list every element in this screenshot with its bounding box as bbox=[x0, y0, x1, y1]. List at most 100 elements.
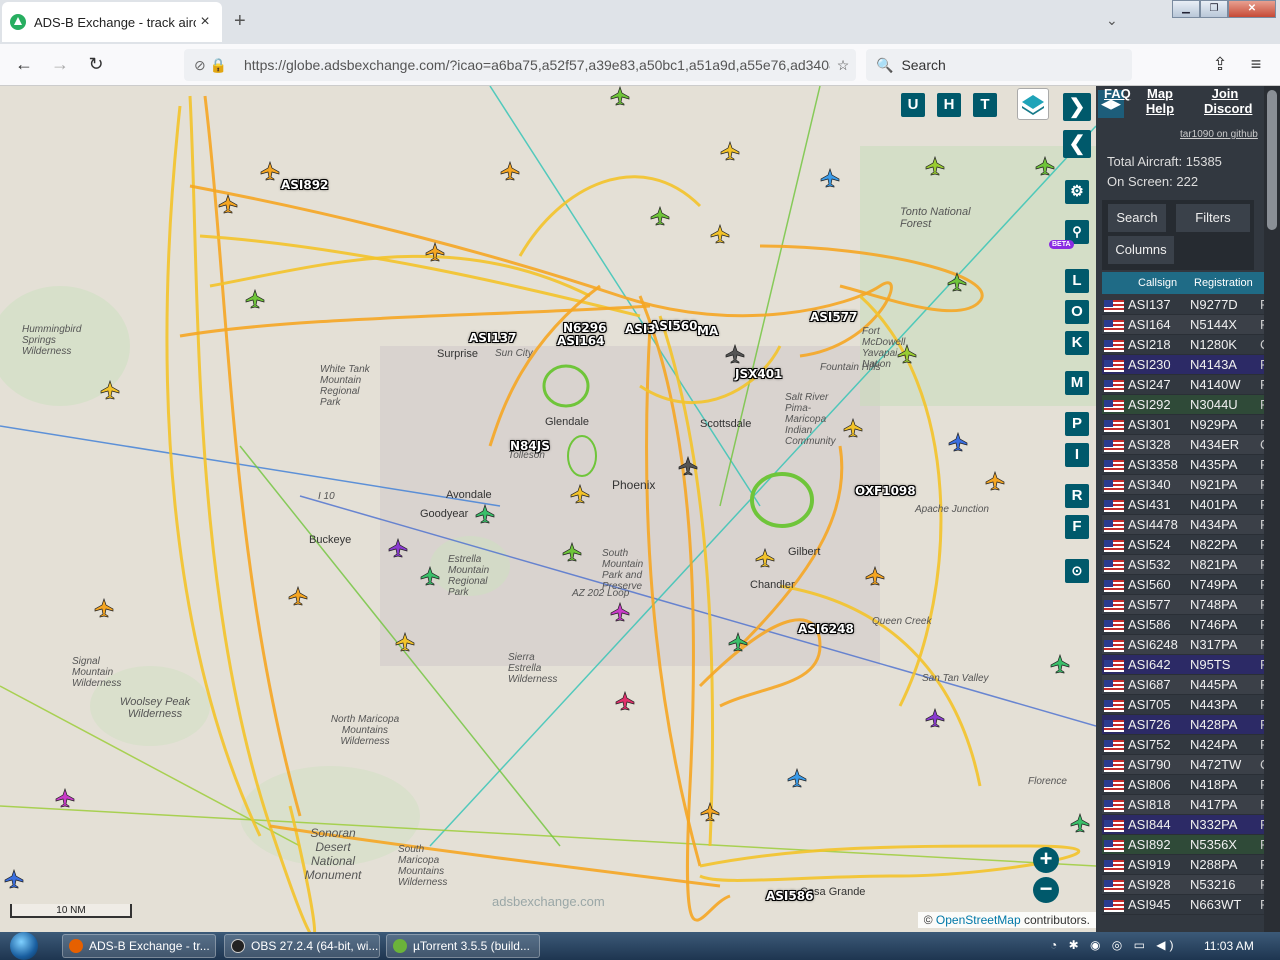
panel-scrollbar[interactable] bbox=[1264, 86, 1280, 932]
address-bar[interactable]: ⊘ 🔒 https://globe.adsbexchange.com/?icao… bbox=[184, 49, 856, 81]
table-row[interactable]: ASI247N4140WF bbox=[1102, 375, 1280, 395]
table-row[interactable]: ASI919N288PAF bbox=[1102, 855, 1280, 875]
table-row[interactable]: ASI945N663WTF bbox=[1102, 895, 1280, 915]
table-row[interactable]: ASI4478N434PAF bbox=[1102, 515, 1280, 535]
aircraft-label[interactable]: OXF1098 bbox=[855, 484, 916, 498]
replay-icon[interactable]: ⊙ bbox=[1065, 559, 1089, 583]
faq-link[interactable]: FAQ bbox=[1104, 86, 1131, 101]
aircraft-label[interactable]: ASI6248 bbox=[798, 622, 854, 636]
table-row[interactable]: ASI3358N435PAF bbox=[1102, 455, 1280, 475]
map-btn-t[interactable]: T bbox=[973, 93, 997, 117]
system-tray-icons[interactable]: ◔ ✱ ◉ ◎ ▭ ◀) bbox=[1050, 938, 1177, 952]
menu-icon[interactable]: ≡ bbox=[1244, 54, 1268, 75]
maximize-button[interactable]: ❐ bbox=[1200, 0, 1228, 18]
start-button[interactable] bbox=[4, 932, 46, 960]
map-btn-l[interactable]: L bbox=[1065, 269, 1089, 293]
github-link[interactable]: tar1090 on github bbox=[1180, 129, 1258, 140]
site-security-icon[interactable]: ⊘ 🔒 bbox=[194, 57, 244, 74]
aircraft-label[interactable]: ASI137 bbox=[469, 331, 516, 345]
collapse-panel-chevron-left-icon[interactable]: ❮ bbox=[1063, 130, 1091, 158]
taskbar-item-obs[interactable]: OBS 27.2.4 (64-bit, wi... bbox=[224, 934, 380, 958]
table-row[interactable]: ASI164N5144XF bbox=[1102, 315, 1280, 335]
map-btn-f[interactable]: F bbox=[1065, 515, 1089, 539]
back-icon[interactable]: ← bbox=[12, 54, 36, 75]
map-btn-o[interactable]: O bbox=[1065, 300, 1089, 324]
table-row[interactable]: ASI586N746PAF bbox=[1102, 615, 1280, 635]
taskbar-item-firefox[interactable]: ADS-B Exchange - tr... bbox=[62, 934, 216, 958]
map-btn-u[interactable]: U bbox=[901, 93, 925, 117]
table-row[interactable]: ASI524N822PAF bbox=[1102, 535, 1280, 555]
join-discord-link[interactable]: Join Discord bbox=[1204, 86, 1252, 116]
aircraft-label[interactable]: ASI3 bbox=[625, 322, 656, 336]
layers-icon[interactable] bbox=[1017, 88, 1049, 120]
map-btn-r[interactable]: R bbox=[1065, 484, 1089, 508]
table-row[interactable]: ASI137N9277DF bbox=[1102, 295, 1280, 315]
map-btn-i[interactable]: I bbox=[1065, 443, 1089, 467]
minimize-button[interactable]: ▁ bbox=[1172, 0, 1200, 18]
search-button[interactable]: Search bbox=[1108, 204, 1166, 232]
aircraft-label[interactable]: ASI586 bbox=[766, 889, 813, 903]
bookmark-star-icon[interactable]: ☆ bbox=[830, 57, 856, 74]
table-row[interactable]: ASI806N418PAF bbox=[1102, 775, 1280, 795]
filters-button[interactable]: Filters bbox=[1176, 204, 1250, 232]
browser-tab[interactable]: ADS-B Exchange - track aircraft × bbox=[2, 2, 222, 42]
row-callsign: ASI892 bbox=[1128, 837, 1171, 852]
table-row[interactable]: ASI705N443PAF bbox=[1102, 695, 1280, 715]
map-canvas[interactable]: Tonto National Forest Surprise Sun City … bbox=[0, 86, 1096, 932]
table-row[interactable]: ASI818N417PAF bbox=[1102, 795, 1280, 815]
place-label: Chandler bbox=[750, 579, 795, 591]
table-row[interactable]: ASI642N95TSF bbox=[1102, 655, 1280, 675]
aircraft-label[interactable]: N84JS bbox=[510, 439, 550, 453]
settings-gear-icon[interactable]: ⚙ bbox=[1065, 180, 1089, 204]
map-btn-k[interactable]: K bbox=[1065, 331, 1089, 355]
table-row[interactable]: ASI230N4143AF bbox=[1102, 355, 1280, 375]
us-flag-icon bbox=[1104, 680, 1124, 692]
table-row[interactable]: ASI6248N317PAF bbox=[1102, 635, 1280, 655]
new-tab-button[interactable]: + bbox=[234, 10, 246, 33]
zoom-out-button[interactable]: − bbox=[1033, 877, 1059, 903]
osm-link[interactable]: OpenStreetMap bbox=[936, 913, 1021, 927]
table-row[interactable]: ASI532N821PAF bbox=[1102, 555, 1280, 575]
table-row[interactable]: ASI301N929PAF bbox=[1102, 415, 1280, 435]
table-row[interactable]: ASI560N749PAF bbox=[1102, 575, 1280, 595]
table-row[interactable]: ASI790N472TWC bbox=[1102, 755, 1280, 775]
extensions-icon[interactable]: ⇪ bbox=[1208, 54, 1232, 75]
table-row[interactable]: ASI431N401PAF bbox=[1102, 495, 1280, 515]
aircraft-label[interactable]: N6296 bbox=[563, 321, 606, 335]
table-row[interactable]: ASI892N5356XF bbox=[1102, 835, 1280, 855]
taskbar-item-utorrent[interactable]: µTorrent 3.5.5 (build... bbox=[386, 934, 540, 958]
aircraft-label[interactable]: MA bbox=[697, 324, 718, 338]
map-help-link[interactable]: Map Help bbox=[1144, 86, 1176, 116]
forward-icon[interactable]: → bbox=[48, 54, 72, 75]
table-row[interactable]: ASI328N434ERC bbox=[1102, 435, 1280, 455]
table-row[interactable]: ASI577N748PAF bbox=[1102, 595, 1280, 615]
table-row[interactable]: ASI844N332PAF bbox=[1102, 815, 1280, 835]
aircraft-label[interactable]: ASI892 bbox=[281, 178, 328, 192]
table-row[interactable]: ASI340N921PAF bbox=[1102, 475, 1280, 495]
aircraft-label[interactable]: ASI164 bbox=[557, 334, 604, 348]
table-row[interactable]: ASI218N1280KC bbox=[1102, 335, 1280, 355]
map-btn-p[interactable]: P bbox=[1065, 412, 1089, 436]
tab-close-icon[interactable]: × bbox=[196, 13, 214, 31]
reload-icon[interactable]: ↻ bbox=[84, 54, 108, 75]
col-callsign[interactable]: Callsign bbox=[1138, 277, 1177, 289]
window-close-button[interactable]: ✕ bbox=[1228, 0, 1276, 18]
aircraft-label[interactable]: ASI560 bbox=[650, 319, 697, 333]
table-row[interactable]: ASI687N445PAF bbox=[1102, 675, 1280, 695]
table-row[interactable]: ASI752N424PAF bbox=[1102, 735, 1280, 755]
expand-panel-chevron-right-icon[interactable]: ❯ bbox=[1063, 93, 1091, 121]
aircraft-label[interactable]: JSX401 bbox=[735, 367, 782, 381]
zoom-in-button[interactable]: + bbox=[1033, 847, 1059, 873]
scrollbar-thumb[interactable] bbox=[1267, 90, 1277, 230]
aircraft-label[interactable]: ASI577 bbox=[810, 310, 857, 324]
columns-button[interactable]: Columns bbox=[1108, 236, 1174, 264]
map-btn-m[interactable]: M bbox=[1065, 371, 1089, 395]
map-btn-h[interactable]: H bbox=[937, 93, 961, 117]
tab-list-chevron-icon[interactable]: ⌄ bbox=[1106, 12, 1118, 29]
search-input[interactable]: 🔍 Search bbox=[866, 49, 1132, 81]
table-row[interactable]: ASI928N53216F bbox=[1102, 875, 1280, 895]
col-registration[interactable]: Registration bbox=[1194, 277, 1253, 289]
us-flag-icon bbox=[1104, 360, 1124, 372]
table-row[interactable]: ASI292N3044UF bbox=[1102, 395, 1280, 415]
table-row[interactable]: ASI726N428PAF bbox=[1102, 715, 1280, 735]
